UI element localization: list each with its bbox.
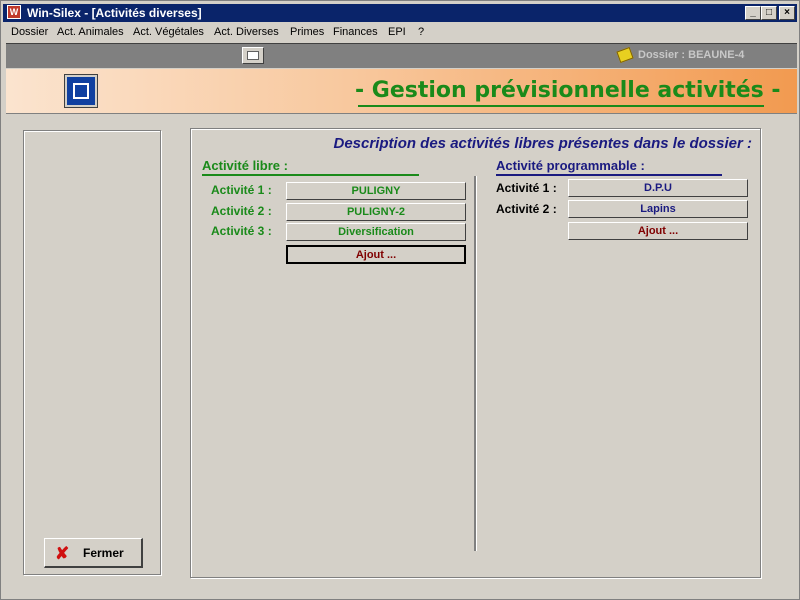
programmable-row-label-1: Activité 1 : xyxy=(496,181,557,195)
minimize-button[interactable]: _ xyxy=(745,6,761,20)
close-button[interactable]: × xyxy=(779,6,795,20)
menu-help[interactable]: ? xyxy=(418,26,424,38)
libre-activity-1[interactable]: PULIGNY xyxy=(286,182,466,200)
calendar-icon[interactable] xyxy=(242,47,264,64)
navigation-icon[interactable] xyxy=(64,74,98,108)
menu-finances[interactable]: Finances xyxy=(333,26,378,38)
menu-act-vegetales[interactable]: Act. Végétales xyxy=(133,26,204,38)
libre-activity-3[interactable]: Diversification xyxy=(286,223,466,241)
column-separator xyxy=(474,176,477,551)
fermer-label: Fermer xyxy=(83,546,124,560)
pencil-icon xyxy=(616,47,634,64)
programmable-row-label-2: Activité 2 : xyxy=(496,202,557,216)
menu-act-animales[interactable]: Act. Animales xyxy=(57,26,124,38)
menu-primes[interactable]: Primes xyxy=(290,26,324,38)
dossier-label: Dossier : BEAUNE-4 xyxy=(638,49,745,61)
libre-row-label-2: Activité 2 : xyxy=(211,204,272,218)
win-silex-icon[interactable]: W xyxy=(7,5,21,19)
window-title: Win-Silex - [Activités diverses] xyxy=(27,6,202,20)
left-panel xyxy=(23,130,161,575)
menu-dossier[interactable]: Dossier xyxy=(11,26,48,38)
title-underline xyxy=(358,105,764,107)
libre-heading-text: Activité libre : xyxy=(202,158,288,173)
programmable-heading-underline xyxy=(496,174,722,176)
libre-row-label-1: Activité 1 : xyxy=(211,183,272,197)
libre-add-button[interactable]: Ajout ... xyxy=(286,245,466,264)
close-x-icon: ✘ xyxy=(55,544,70,563)
dossier-indicator: Dossier : BEAUNE-4 xyxy=(616,47,745,64)
header-banner: - Gestion prévisionnelle activités - xyxy=(6,69,797,114)
title-bar[interactable]: W Win-Silex - [Activités diverses] _ □ × xyxy=(3,4,797,22)
libre-heading-underline xyxy=(202,174,419,176)
main-window: W Win-Silex - [Activités diverses] _ □ ×… xyxy=(0,0,800,600)
programmable-heading: Activité programmable : xyxy=(496,158,722,176)
maximize-button[interactable]: □ xyxy=(761,6,777,20)
libre-row-label-3: Activité 3 : xyxy=(211,224,272,238)
programmable-activity-2[interactable]: Lapins xyxy=(568,200,748,218)
toolbar: Dossier : BEAUNE-4 xyxy=(6,43,797,68)
programmable-activity-1[interactable]: D.P.U xyxy=(568,179,748,197)
description-heading: Description des activités libres présent… xyxy=(333,135,753,152)
programmable-add-button[interactable]: Ajout ... xyxy=(568,222,748,240)
programmable-heading-text: Activité programmable : xyxy=(496,158,645,173)
menu-bar: Dossier Act. Animales Act. Végétales Act… xyxy=(3,24,797,42)
menu-epi[interactable]: EPI xyxy=(388,26,406,38)
activities-panel: Description des activités libres présent… xyxy=(190,128,761,578)
fermer-button[interactable]: ✘ Fermer xyxy=(44,538,143,568)
libre-heading: Activité libre : xyxy=(202,158,419,176)
libre-activity-2[interactable]: PULIGNY-2 xyxy=(286,203,466,221)
menu-act-diverses[interactable]: Act. Diverses xyxy=(214,26,279,38)
page-title: - Gestion prévisionnelle activités - xyxy=(355,78,781,103)
